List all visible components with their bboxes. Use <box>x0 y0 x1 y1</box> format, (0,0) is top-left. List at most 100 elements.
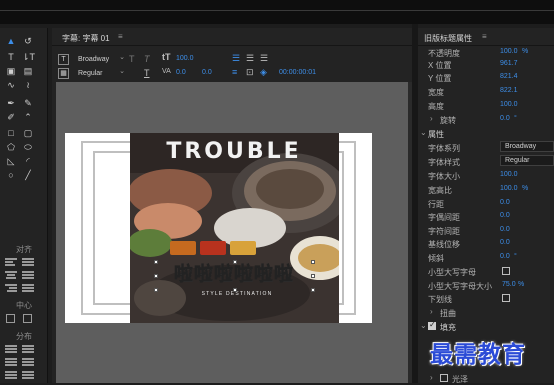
underline-row[interactable]: 下划线 <box>418 294 554 305</box>
rectangle-tool-icon[interactable]: □ <box>5 128 17 138</box>
y-position-row[interactable]: Y 位置 821.4 <box>418 73 554 84</box>
rotation-expand-icon[interactable]: › <box>430 114 433 123</box>
properties-section-header[interactable]: ⌄ 属性 <box>418 128 554 140</box>
small-caps-checkbox[interactable] <box>502 267 510 275</box>
x-position-row[interactable]: X 位置 961.7 <box>418 60 554 71</box>
font-style-row[interactable]: 字体样式 Regular <box>418 155 554 168</box>
font-style-dropdown[interactable]: Regular <box>78 66 125 79</box>
font-family-row[interactable]: 字体系列 Broadway <box>418 141 554 154</box>
center-horizontal-icon[interactable] <box>6 314 15 323</box>
panel-menu-icon[interactable]: ≡ <box>118 32 123 41</box>
fill-checkbox[interactable] <box>428 320 436 330</box>
rotation-row[interactable]: › 旋转 0.0 ° <box>418 114 554 126</box>
convert-anchor-tool-icon[interactable]: ⌃ <box>22 112 34 122</box>
font-style-select[interactable]: Regular <box>500 155 554 166</box>
font-family-select[interactable]: Broadway <box>500 141 554 152</box>
distribute-top-icon[interactable] <box>22 345 34 354</box>
selection-handle[interactable] <box>311 288 315 292</box>
rotate-tool-icon[interactable]: ↺ <box>22 36 34 46</box>
new-title-icon[interactable]: T <box>58 54 69 65</box>
height-value[interactable]: 100.0 <box>500 101 518 108</box>
rotation-value[interactable]: 0.0 <box>500 115 510 122</box>
add-anchor-tool-icon[interactable]: ✎ <box>22 98 34 108</box>
vertical-type-tool-icon[interactable]: ⇂T <box>22 52 35 62</box>
timecode[interactable]: 00:00:00:01 <box>279 69 316 76</box>
slant-value[interactable]: 0.0 <box>500 253 510 260</box>
align-left-text-icon[interactable]: ☰ <box>232 53 240 64</box>
vertical-path-type-tool-icon[interactable]: ≀ <box>22 80 34 90</box>
selection-handle[interactable] <box>154 260 158 264</box>
title-text-subtitle[interactable]: STYLE DESTINATION <box>152 291 322 297</box>
clipped-corner-tool-icon[interactable]: ⬠ <box>5 142 17 152</box>
baseline-shift-row[interactable]: 基线位移 0.0 <box>418 239 554 250</box>
distort-expand-icon[interactable]: › <box>430 307 433 316</box>
x-position-value[interactable]: 961.7 <box>500 60 518 67</box>
kerning-prop-value[interactable]: 0.0 <box>500 212 510 219</box>
font-family-dropdown[interactable]: Broadway <box>78 52 125 65</box>
fill-section-header[interactable]: ⌄ 填充 <box>418 320 554 333</box>
template-icon[interactable]: ▦ <box>58 68 69 79</box>
kerning-value[interactable]: 0.0 <box>176 69 186 76</box>
small-caps-row[interactable]: 小型大写字母 <box>418 267 554 278</box>
align-center-vertical-icon[interactable] <box>22 271 34 280</box>
opacity-row[interactable]: 不透明度 100.0 % <box>418 48 554 59</box>
opacity-value[interactable]: 100.0 <box>500 48 518 55</box>
underline-icon[interactable]: T <box>144 68 150 78</box>
font-size-prop-value[interactable]: 100.0 <box>500 171 518 178</box>
title-tab[interactable]: 字幕: 字幕 01 <box>62 33 110 44</box>
y-position-value[interactable]: 821.4 <box>500 73 518 80</box>
rounded-corner-tool-icon[interactable]: ⬭ <box>22 142 34 152</box>
title-text-trouble[interactable]: TROUBLE <box>144 139 324 164</box>
arc-tool-icon[interactable]: ◜ <box>22 156 34 166</box>
properties-menu-icon[interactable]: ≡ <box>482 32 487 41</box>
fill-collapse-icon[interactable]: ⌄ <box>420 321 427 330</box>
leading-value[interactable]: 0.0 <box>202 69 212 76</box>
leading-prop-value[interactable]: 0.0 <box>500 199 510 206</box>
properties-collapse-icon[interactable]: ⌄ <box>420 128 427 137</box>
distribute-bottom-icon[interactable] <box>22 371 34 380</box>
selection-handle[interactable] <box>311 274 315 278</box>
tracking-row[interactable]: 字符间距 0.0 <box>418 226 554 237</box>
selection-handle[interactable] <box>233 288 237 292</box>
sheen-row[interactable]: › 光泽 <box>418 373 554 385</box>
selection-handle[interactable] <box>311 260 315 264</box>
small-caps-size-value[interactable]: 75.0 <box>502 281 516 288</box>
tracking-prop-value[interactable]: 0.0 <box>500 226 510 233</box>
show-video-icon[interactable]: ⊡ <box>246 67 254 78</box>
underline-checkbox[interactable] <box>502 294 510 302</box>
delete-anchor-tool-icon[interactable]: ✐ <box>5 112 17 122</box>
distort-row[interactable]: › 扭曲 <box>418 307 554 319</box>
distribute-left-icon[interactable] <box>5 345 17 354</box>
align-left-icon[interactable] <box>5 258 17 267</box>
center-vertical-icon[interactable] <box>23 314 32 323</box>
background-video-icon[interactable]: ◈ <box>260 67 267 78</box>
path-type-tool-icon[interactable]: ∿ <box>5 80 17 90</box>
selection-handle[interactable] <box>233 260 237 264</box>
aspect-row[interactable]: 宽高比 100.0 % <box>418 185 554 196</box>
leading-row[interactable]: 行距 0.0 <box>418 199 554 210</box>
distribute-right-icon[interactable] <box>5 371 17 380</box>
area-type-tool-icon[interactable]: ▣ <box>5 66 17 76</box>
small-caps-size-row[interactable]: 小型大写字母大小 75.0 % <box>418 281 554 292</box>
font-size-row[interactable]: 字体大小 100.0 <box>418 171 554 182</box>
align-center-text-icon[interactable]: ☰ <box>246 53 254 64</box>
vertical-area-type-tool-icon[interactable]: ▤ <box>22 66 34 76</box>
italic-icon[interactable]: T <box>144 54 150 64</box>
ellipse-tool-icon[interactable]: ○ <box>5 170 17 180</box>
distribute-middle-icon[interactable] <box>22 358 34 367</box>
align-right-icon[interactable] <box>5 284 17 293</box>
tab-stops-icon[interactable]: ≡ <box>232 67 237 77</box>
kerning-row[interactable]: 字偶间距 0.0 <box>418 212 554 223</box>
aspect-value[interactable]: 100.0 <box>500 185 518 192</box>
distribute-center-icon[interactable] <box>5 358 17 367</box>
selection-handle[interactable] <box>154 274 158 278</box>
align-center-horizontal-icon[interactable] <box>5 271 17 280</box>
font-size-value[interactable]: 100.0 <box>176 55 194 62</box>
bold-icon[interactable]: T <box>129 54 135 64</box>
pen-tool-icon[interactable]: ✒ <box>5 98 17 108</box>
sheen-checkbox[interactable] <box>440 374 448 382</box>
selection-tool-icon[interactable]: ▲ <box>5 36 17 46</box>
rounded-rectangle-tool-icon[interactable]: ▢ <box>22 128 34 138</box>
sheen-expand-icon[interactable]: › <box>430 373 433 382</box>
line-tool-icon[interactable]: ╱ <box>22 170 34 180</box>
